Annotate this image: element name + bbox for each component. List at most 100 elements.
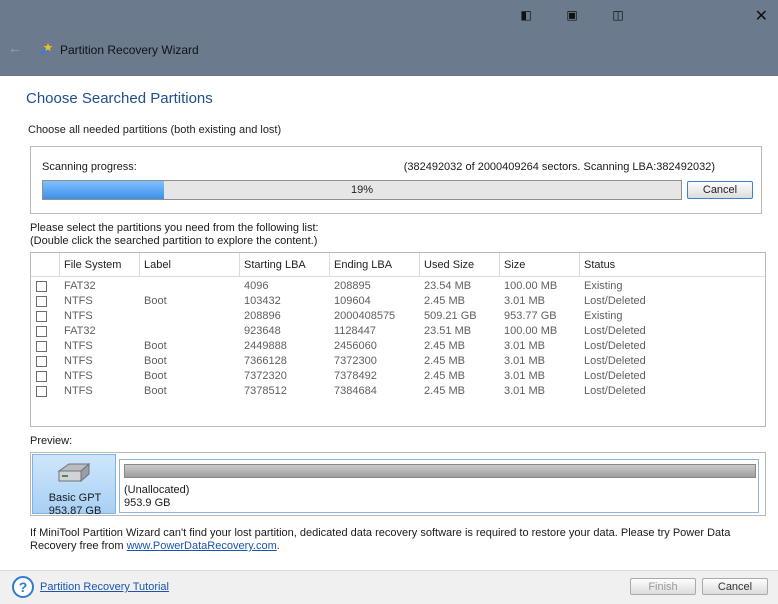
row-checkbox[interactable] [36, 371, 47, 382]
page-title: Choose Searched Partitions [26, 90, 213, 107]
cell-file-system: NTFS [64, 295, 93, 307]
power-data-recovery-link[interactable]: www.PowerDataRecovery.com [127, 540, 277, 552]
cell-used-size: 2.45 MB [424, 340, 465, 352]
row-checkbox[interactable] [36, 386, 47, 397]
select-hint: (Double click the searched partition to … [30, 235, 318, 247]
cell-ending-lba: 7372300 [334, 355, 377, 367]
cell-status: Lost/Deleted [584, 325, 646, 337]
row-checkbox[interactable] [36, 341, 47, 352]
cell-starting-lba: 208896 [244, 310, 281, 322]
cell-used-size: 2.45 MB [424, 370, 465, 382]
cell-ending-lba: 109604 [334, 295, 371, 307]
unallocated-partition-block[interactable]: (Unallocated) 953.9 GB [119, 459, 759, 513]
row-checkbox[interactable] [36, 311, 47, 322]
cell-starting-lba: 7366128 [244, 355, 287, 367]
wizard-wand-icon [40, 43, 53, 55]
scan-status-text: (382492032 of 2000409264 sectors. Scanni… [403, 161, 715, 173]
hard-disk-icon [57, 462, 91, 483]
cell-status: Lost/Deleted [584, 370, 646, 382]
scan-cancel-button[interactable]: Cancel [687, 181, 753, 199]
cell-size: 3.01 MB [504, 355, 545, 367]
cell-ending-lba: 2000408575 [334, 310, 396, 322]
recovery-notice-suffix: . [276, 540, 280, 552]
table-row[interactable]: NTFS Boot 103432 109604 2.45 MB 3.01 MB … [31, 294, 765, 309]
table-row[interactable]: NTFS Boot 7378512 7384684 2.45 MB 3.01 M… [31, 384, 765, 399]
cell-ending-lba: 1128447 [334, 325, 377, 337]
disk-name: Basic GPT [48, 492, 102, 504]
cell-starting-lba: 103432 [244, 295, 281, 307]
partition-name: (Unallocated) [124, 484, 190, 496]
preview-label: Preview: [30, 435, 73, 447]
recovery-notice-prefix: Recovery free from [30, 540, 127, 552]
table-row[interactable]: FAT32 4096 208895 23.54 MB 100.00 MB Exi… [31, 279, 765, 294]
column-header-starting-lba[interactable]: Starting LBA [240, 253, 330, 277]
table-row[interactable]: NTFS Boot 2449888 2456060 2.45 MB 3.01 M… [31, 339, 765, 354]
scan-progress-panel: Scanning progress: (382492032 of 2000409… [30, 146, 762, 214]
cell-starting-lba: 7378512 [244, 385, 287, 397]
scan-progress-label: Scanning progress: [42, 161, 137, 173]
partition-usage-bar [124, 464, 756, 478]
column-header-status[interactable]: Status [580, 253, 765, 277]
snap-fill-icon[interactable]: ▣ [564, 8, 580, 22]
table-row[interactable]: NTFS Boot 7366128 7372300 2.45 MB 3.01 M… [31, 354, 765, 369]
cell-used-size: 23.51 MB [424, 325, 472, 337]
cell-ending-lba: 7384684 [334, 385, 377, 397]
cancel-button[interactable]: Cancel [702, 578, 768, 595]
cell-size: 3.01 MB [504, 340, 545, 352]
recovery-notice-line2: Recovery free from www.PowerDataRecovery… [30, 540, 280, 552]
snap-right-icon[interactable]: ◫ [610, 8, 626, 22]
column-header-used-size[interactable]: Used Size [420, 253, 500, 277]
cell-ending-lba: 208895 [334, 280, 371, 292]
column-header-ending-lba[interactable]: Ending LBA [330, 253, 420, 277]
cell-file-system: FAT32 [64, 280, 96, 292]
table-row[interactable]: FAT32 923648 1128447 23.51 MB 100.00 MB … [31, 324, 765, 339]
disk-block[interactable]: Basic GPT 953.87 GB [32, 454, 116, 517]
tutorial-link[interactable]: Partition Recovery Tutorial [40, 581, 169, 593]
cell-status: Lost/Deleted [584, 385, 646, 397]
cell-status: Lost/Deleted [584, 340, 646, 352]
cell-file-system: NTFS [64, 355, 93, 367]
cell-starting-lba: 4096 [244, 280, 269, 292]
cell-file-system: NTFS [64, 370, 93, 382]
table-row[interactable]: NTFS 208896 2000408575 509.21 GB 953.77 … [31, 309, 765, 324]
page-subtitle: Choose all needed partitions (both exist… [28, 124, 282, 136]
cell-ending-lba: 7378492 [334, 370, 377, 382]
partition-size: 953.9 GB [124, 497, 171, 509]
cell-file-system: FAT32 [64, 325, 96, 337]
window-title: Partition Recovery Wizard [60, 43, 199, 57]
finish-button[interactable]: Finish [630, 578, 696, 595]
column-header-file-system[interactable]: File System [60, 253, 140, 277]
column-header-size[interactable]: Size [500, 253, 580, 277]
cell-used-size: 2.45 MB [424, 295, 465, 307]
cell-label: Boot [144, 370, 167, 382]
cell-starting-lba: 2449888 [244, 340, 287, 352]
cell-size: 953.77 GB [504, 310, 557, 322]
partition-table: File System Label Starting LBA Ending LB… [30, 252, 766, 427]
column-header-label[interactable]: Label [140, 253, 240, 277]
back-arrow-icon[interactable]: ← [8, 40, 22, 56]
cell-starting-lba: 7372320 [244, 370, 287, 382]
cell-status: Existing [584, 310, 623, 322]
disk-size: 953.87 GB [48, 505, 102, 517]
title-bar: ◧ ▣ ◫ ✕ ← Partition Recovery Wizard [0, 0, 778, 76]
cell-status: Lost/Deleted [584, 295, 646, 307]
help-icon[interactable]: ? [12, 576, 34, 598]
cell-used-size: 23.54 MB [424, 280, 472, 292]
close-button[interactable]: ✕ [755, 6, 768, 26]
cell-label: Boot [144, 295, 167, 307]
row-checkbox[interactable] [36, 356, 47, 367]
scan-progress-bar: 19% [42, 180, 682, 200]
table-row[interactable]: NTFS Boot 7372320 7378492 2.45 MB 3.01 M… [31, 369, 765, 384]
snap-left-icon[interactable]: ◧ [518, 8, 534, 22]
cell-used-size: 509.21 GB [424, 310, 477, 322]
cell-size: 3.01 MB [504, 295, 545, 307]
cell-size: 100.00 MB [504, 280, 558, 292]
row-checkbox[interactable] [36, 326, 47, 337]
cell-status: Lost/Deleted [584, 355, 646, 367]
row-checkbox[interactable] [36, 281, 47, 292]
cell-starting-lba: 923648 [244, 325, 281, 337]
scan-progress-percent: 19% [350, 184, 374, 196]
cell-size: 3.01 MB [504, 385, 545, 397]
row-checkbox[interactable] [36, 296, 47, 307]
cell-size: 3.01 MB [504, 370, 545, 382]
